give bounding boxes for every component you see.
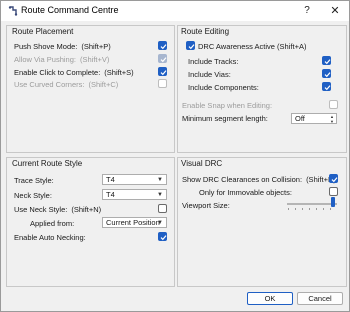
slider-tick: [309, 208, 310, 210]
use-neck-style-checkbox[interactable]: [158, 204, 167, 213]
snap-editing-checkbox[interactable]: [329, 100, 338, 109]
slider-tick: [323, 208, 324, 210]
allow-via-pushing-label: Allow Via Pushing: (Shift+V): [14, 55, 110, 64]
auto-necking-checkbox[interactable]: [158, 232, 167, 241]
drc-awareness-checkbox[interactable]: [186, 41, 195, 50]
chevron-down-icon: ▼: [157, 192, 163, 198]
help-button[interactable]: ?: [297, 3, 317, 19]
slider-tick: [295, 208, 296, 210]
include-vias-label: Include Vias:: [188, 70, 231, 79]
window-title: Route Command Centre: [21, 5, 119, 15]
trace-style-value: T4: [106, 175, 115, 184]
applied-from-label: Applied from:: [30, 219, 75, 228]
use-neck-style-label: Use Neck Style: (Shift+N): [14, 205, 102, 214]
immovable-only-checkbox[interactable]: [329, 187, 338, 196]
min-segment-label: Minimum segment length:: [182, 114, 268, 123]
push-shove-checkbox[interactable]: [158, 41, 167, 50]
curved-corners-label: Use Curved Corners: (Shift+C): [14, 80, 119, 89]
min-segment-value: Off: [295, 114, 305, 123]
viewport-size-slider-track[interactable]: [287, 203, 337, 205]
ok-button[interactable]: OK: [247, 292, 293, 305]
push-shove-label: Push Shove Mode: (Shift+P): [14, 42, 111, 51]
immovable-only-label: Only for Immovable objects:: [199, 188, 292, 197]
viewport-size-slider-thumb[interactable]: [331, 197, 335, 207]
slider-tick: [288, 208, 289, 210]
include-components-label: Include Components:: [188, 83, 259, 92]
title-bar: Route Command Centre ? ✕: [1, 1, 349, 21]
chevron-down-icon: ▼: [157, 177, 163, 183]
close-button[interactable]: ✕: [325, 3, 345, 19]
applied-from-select[interactable]: Current Position ▼: [102, 217, 167, 228]
current-route-style-title: Current Route Style: [12, 159, 83, 168]
visual-drc-title: Visual DRC: [181, 159, 223, 168]
drc-awareness-label: DRC Awareness Active (Shift+A): [198, 42, 307, 51]
auto-necking-label: Enable Auto Necking:: [14, 233, 86, 242]
click-to-complete-checkbox[interactable]: [158, 67, 167, 76]
viewport-size-label: Viewport Size:: [182, 201, 230, 210]
app-icon: [8, 6, 18, 16]
min-segment-spinbox[interactable]: Off ▲ ▼: [291, 113, 337, 124]
click-to-complete-label: Enable Click to Complete: (Shift+S): [14, 68, 134, 77]
snap-editing-label: Enable Snap when Editing:: [182, 101, 273, 110]
route-placement-title: Route Placement: [12, 27, 74, 36]
trace-style-select[interactable]: T4 ▼: [102, 174, 167, 185]
neck-style-select[interactable]: T4 ▼: [102, 189, 167, 200]
cancel-button[interactable]: Cancel: [297, 292, 343, 305]
slider-tick: [316, 208, 317, 210]
applied-from-value: Current Position: [106, 218, 160, 227]
slider-tick: [302, 208, 303, 210]
slider-tick: [330, 208, 331, 210]
dialog-window: Route Command Centre ? ✕ Route Placement…: [0, 0, 350, 312]
include-components-checkbox[interactable]: [322, 82, 331, 91]
include-vias-checkbox[interactable]: [322, 69, 331, 78]
neck-style-label: Neck Style:: [14, 191, 52, 200]
show-clearances-checkbox[interactable]: [329, 174, 338, 183]
route-editing-title: Route Editing: [181, 27, 230, 36]
neck-style-value: T4: [106, 190, 115, 199]
chevron-down-icon: ▼: [157, 220, 163, 226]
allow-via-pushing-checkbox[interactable]: [158, 54, 167, 63]
trace-style-label: Trace Style:: [14, 176, 54, 185]
spin-down-icon[interactable]: ▼: [330, 119, 334, 124]
show-clearances-label: Show DRC Clearances on Collision: (Shift+…: [182, 175, 336, 184]
include-tracks-label: Include Tracks:: [188, 57, 239, 66]
curved-corners-checkbox[interactable]: [158, 79, 167, 88]
include-tracks-checkbox[interactable]: [322, 56, 331, 65]
